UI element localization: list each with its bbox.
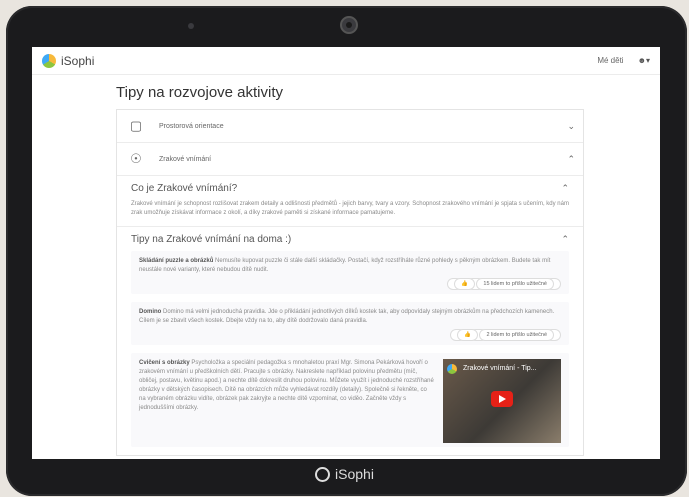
useful-count: 15 lidem to přišlo užitečné xyxy=(476,278,554,290)
tablet-brand-text: iSophi xyxy=(335,466,374,482)
tip-card: Domino Domino má velmi jednoduchá pravid… xyxy=(131,302,569,345)
section-tips: Tipy na Zrakové vnímání na doma :) ⌃ Skl… xyxy=(117,227,583,447)
useful-count: 2 lidem to přišlo užitečné xyxy=(479,329,554,341)
sensor xyxy=(188,23,194,29)
app-screen: iSophi Mé děti ☻▾ Tipy na rozvojove akti… xyxy=(32,47,660,459)
cube-icon: ▢ xyxy=(129,118,143,133)
user-icon[interactable]: ☻▾ xyxy=(638,56,650,65)
tip-title: Domino xyxy=(139,309,162,315)
tip-card: Cvičení s obrázky Psycholožka a speciáln… xyxy=(131,353,569,447)
section-tips-header[interactable]: Tipy na Zrakové vnímání na doma :) ⌃ xyxy=(131,227,569,251)
section-what-is-title: Co je Zrakové vnímání? xyxy=(131,182,238,194)
tip-card: Skládání puzzle a obrázků Nemusíte kupov… xyxy=(131,251,569,294)
tip-body: Domino má velmi jednoduchá pravidla. Jde… xyxy=(139,309,555,324)
page-title: Tipy na rozvojove aktivity xyxy=(116,84,284,101)
section-what-is-header[interactable]: Co je Zrakové vnímání? ⌃ xyxy=(131,176,569,200)
section-what-is: Co je Zrakové vnímání? ⌃ Zrakové vnímání… xyxy=(117,176,583,218)
useful-button[interactable]: 👍 15 lidem to přišlo užitečné xyxy=(447,278,561,290)
useful-row: 👍 2 lidem to přišlo užitečné xyxy=(139,329,561,341)
front-camera xyxy=(340,16,358,34)
channel-logo-icon xyxy=(447,364,457,374)
tip-text: Domino Domino má velmi jednoduchá pravid… xyxy=(139,308,561,326)
useful-button[interactable]: 👍 2 lidem to přišlo užitečné xyxy=(450,329,561,341)
thumbs-up-icon: 👍 xyxy=(454,278,475,290)
activities-accordion: ▢ Prostorová orientace ⌄ ☉ Zrakové vnímá… xyxy=(116,109,584,456)
eye-icon: ☉ xyxy=(130,151,142,166)
tip-title: Cvičení s obrázky xyxy=(139,360,190,366)
tip-body: Psycholožka a speciální pedagožka s mnoh… xyxy=(139,360,434,411)
thumbs-up-icon: 👍 xyxy=(457,329,478,341)
isophi-logo-icon[interactable] xyxy=(42,53,56,68)
my-kids-link[interactable]: Mé děti xyxy=(597,56,623,65)
chevron-down-icon[interactable]: ⌄ xyxy=(567,121,575,132)
accordion-label: Zrakové vnímání xyxy=(159,155,212,163)
tip-text: Cvičení s obrázky Psycholožka a speciáln… xyxy=(139,359,435,443)
app-logo-text[interactable]: iSophi xyxy=(61,54,94,68)
section-tips-title: Tipy na Zrakové vnímání na doma :) xyxy=(131,233,292,245)
chevron-up-icon[interactable]: ⌃ xyxy=(567,154,575,165)
accordion-label: Prostorová orientace xyxy=(159,122,224,130)
isophi-logo-icon xyxy=(315,466,331,482)
tablet-brand-logo: iSophi xyxy=(0,466,689,482)
play-icon[interactable] xyxy=(491,391,513,407)
tip-title: Skládání puzzle a obrázků xyxy=(139,258,214,264)
accordion-prostorova-orientace[interactable]: ▢ Prostorová orientace ⌄ xyxy=(117,110,583,143)
video-player[interactable]: Zrakové vnímání - Tip... xyxy=(443,359,561,443)
video-title: Zrakové vnímání - Tip... xyxy=(463,365,537,372)
useful-row: 👍 15 lidem to přišlo užitečné xyxy=(139,278,561,290)
chevron-up-icon[interactable]: ⌃ xyxy=(561,234,569,245)
accordion-zrakove-vnimani[interactable]: ☉ Zrakové vnímání ⌃ xyxy=(117,143,583,176)
main-content: Tipy na rozvojove aktivity ▢ Prostorová … xyxy=(32,84,660,456)
section-what-is-text: Zrakové vnímání je schopnost rozlišovat … xyxy=(131,201,569,216)
chevron-up-icon[interactable]: ⌃ xyxy=(561,183,569,194)
tip-text: Skládání puzzle a obrázků Nemusíte kupov… xyxy=(139,257,561,275)
top-bar: iSophi Mé děti ☻▾ xyxy=(32,47,660,75)
